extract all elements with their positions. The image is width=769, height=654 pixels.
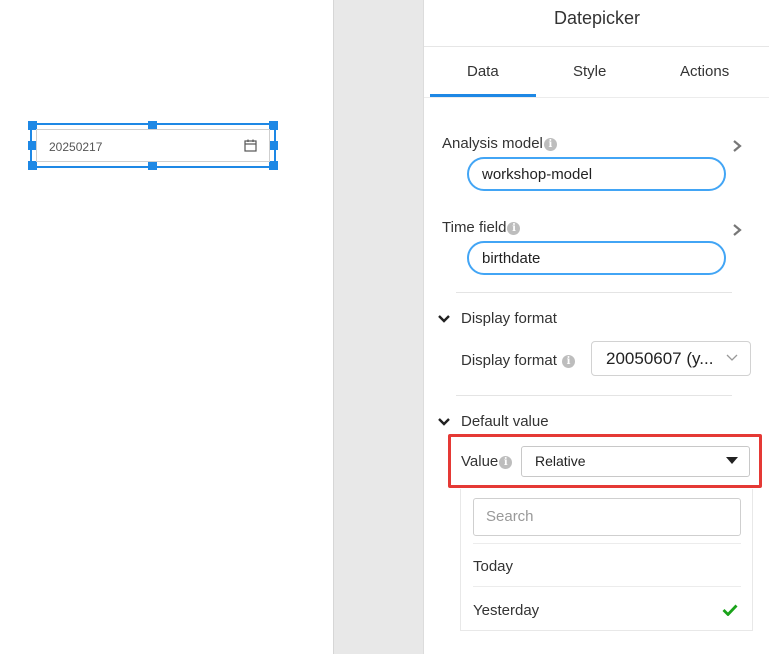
info-icon[interactable]: i bbox=[499, 456, 513, 469]
canvas-gutter bbox=[333, 0, 423, 654]
design-canvas: 20250217 bbox=[0, 0, 333, 654]
chevron-down-icon bbox=[726, 354, 738, 362]
option-divider bbox=[473, 586, 741, 587]
tab-data[interactable]: Data bbox=[467, 63, 499, 80]
default-value-selected: Relative bbox=[535, 453, 586, 469]
calendar-icon bbox=[244, 139, 257, 152]
analysis-model-label-text: Analysis model bbox=[442, 135, 543, 152]
section-divider bbox=[456, 292, 732, 293]
option-divider bbox=[473, 543, 741, 544]
section-divider bbox=[456, 395, 732, 396]
datepicker-widget[interactable]: 20250217 bbox=[36, 129, 270, 162]
display-format-value: 20050607 (y... bbox=[606, 349, 714, 368]
panel-title: Datepicker bbox=[553, 8, 641, 28]
display-format-label-text: Display format bbox=[461, 352, 557, 369]
chevron-right-icon[interactable] bbox=[730, 223, 744, 237]
resize-handle-bottom[interactable] bbox=[148, 161, 157, 170]
analysis-model-label: Analysis model i bbox=[442, 135, 557, 152]
chevron-down-icon[interactable] bbox=[437, 417, 451, 427]
info-icon[interactable]: i bbox=[507, 222, 521, 235]
info-icon[interactable]: i bbox=[562, 355, 576, 368]
time-field-label: Time field i bbox=[442, 219, 521, 236]
display-format-label: Display format i bbox=[461, 352, 576, 369]
chevron-right-icon[interactable] bbox=[730, 139, 744, 153]
default-value-heading[interactable]: Default value bbox=[461, 413, 549, 430]
search-input[interactable]: Search bbox=[473, 498, 741, 536]
caret-down-icon bbox=[726, 457, 738, 464]
option-today[interactable]: Today bbox=[473, 558, 513, 575]
datepicker-value: 20250217 bbox=[49, 140, 103, 154]
default-value-dropdown: Search Today Yesterday bbox=[460, 489, 753, 631]
analysis-model-field[interactable]: workshop-model bbox=[467, 157, 726, 191]
resize-handle-bottom-left[interactable] bbox=[28, 161, 37, 170]
resize-handle-top-right[interactable] bbox=[269, 121, 278, 130]
title-divider bbox=[424, 46, 769, 47]
checkmark-icon bbox=[722, 604, 738, 616]
display-format-select[interactable]: 20050607 (y... bbox=[591, 341, 751, 376]
value-label: Value i bbox=[461, 453, 513, 470]
time-field-field[interactable]: birthdate bbox=[467, 241, 726, 275]
value-label-text: Value bbox=[461, 453, 499, 470]
time-field-label-text: Time field bbox=[442, 219, 507, 236]
display-format-heading[interactable]: Display format bbox=[461, 310, 557, 327]
tab-style[interactable]: Style bbox=[573, 63, 606, 80]
default-value-select[interactable]: Relative bbox=[521, 446, 750, 477]
tab-actions[interactable]: Actions bbox=[680, 63, 729, 80]
info-icon[interactable]: i bbox=[543, 138, 557, 151]
option-yesterday[interactable]: Yesterday bbox=[473, 602, 539, 619]
resize-handle-bottom-right[interactable] bbox=[269, 161, 278, 170]
properties-panel: Datepicker Data Style Actions Analysis m… bbox=[423, 0, 769, 654]
resize-handle-right[interactable] bbox=[269, 141, 278, 150]
tabs-divider bbox=[424, 97, 769, 98]
chevron-down-icon[interactable] bbox=[437, 314, 451, 324]
